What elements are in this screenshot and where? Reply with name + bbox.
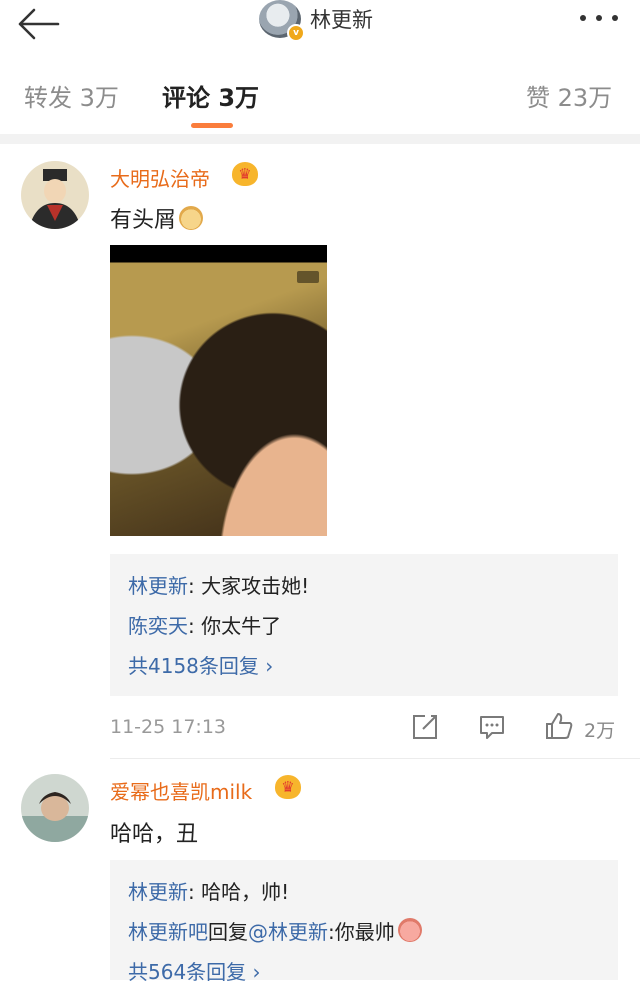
dot-icon [596,15,602,21]
verified-badge-icon: v [287,24,305,42]
reply-text: :你最帅 [328,920,395,944]
emperor-avatar-image [21,161,89,229]
dot-icon [580,15,586,21]
reply-item: 陈奕天: 你太牛了 [128,610,281,639]
like-count: 2万 [584,720,616,742]
image-more-icon[interactable] [297,271,319,283]
avatar[interactable] [21,161,89,229]
reply-author[interactable]: 陈奕天 [128,614,188,638]
reply-item: 林更新吧回复@林更新:你最帅 [128,916,422,945]
reply-button[interactable] [478,713,506,745]
share-edit-icon [413,715,437,739]
more-options-button[interactable] [576,6,626,30]
like-button[interactable] [544,711,574,745]
reply-text: : 你太牛了 [188,614,282,638]
tab-bar: 转发 3万 评论 3万 赞 23万 [0,56,640,135]
arrow-left-icon [18,8,60,40]
comment-separator [110,758,640,759]
tab-reposts[interactable]: 转发 3万 [24,78,119,113]
pig-emoji-icon [397,918,422,942]
view-all-replies-link[interactable]: 共564条回复 › [128,956,261,985]
page-title: 林更新 [310,8,373,32]
comment-text-content: 有头屑 [110,208,177,233]
dot-icon [612,15,618,21]
back-button[interactable] [14,4,64,44]
comment-username[interactable]: 爱幂也喜凯milk [110,776,252,805]
reply-item: 林更新: 哈哈，帅! [128,876,289,905]
reply-text: : 大家攻击她! [188,574,310,598]
active-tab-indicator [191,123,233,128]
comment-timestamp: 11-25 17:13 [110,716,227,738]
reply-author[interactable]: 林更新 [128,574,188,598]
top-bar: v 林更新 [0,0,640,56]
section-divider [0,134,640,144]
doge-emoji-icon [179,206,204,230]
reply-preview-box[interactable]: 林更新: 哈哈，帅! 林更新吧回复@林更新:你最帅 共564条回复 › [110,860,618,984]
vip-crown-icon: ♛ [232,162,258,186]
reply-mention[interactable]: @林更新 [248,920,328,944]
avatar[interactable] [21,774,89,842]
comment-username[interactable]: 大明弘治帝 [110,163,210,192]
comment-text: 哈哈，丑 [110,822,199,847]
reply-middle-text: 回复 [208,920,248,944]
reply-author[interactable]: 林更新吧 [128,920,208,944]
reply-text: : 哈哈，帅! [188,880,290,904]
reply-item: 林更新: 大家攻击她! [128,570,309,599]
repost-button[interactable] [411,713,439,745]
comment-text: 有头屑 [110,202,204,234]
view-all-replies-link[interactable]: 共4158条回复 › [128,650,273,679]
comment-bubble-icon [480,716,504,739]
comment-image[interactable] [110,245,327,536]
tab-likes[interactable]: 赞 23万 [526,78,612,113]
tab-comments[interactable]: 评论 3万 [162,78,259,113]
reply-author[interactable]: 林更新 [128,880,188,904]
vip-crown-icon: ♛ [275,775,301,799]
user-avatar-image [21,774,89,842]
thumbs-up-icon [546,713,573,739]
reply-preview-box[interactable]: 林更新: 大家攻击她! 陈奕天: 你太牛了 共4158条回复 › [110,554,618,696]
